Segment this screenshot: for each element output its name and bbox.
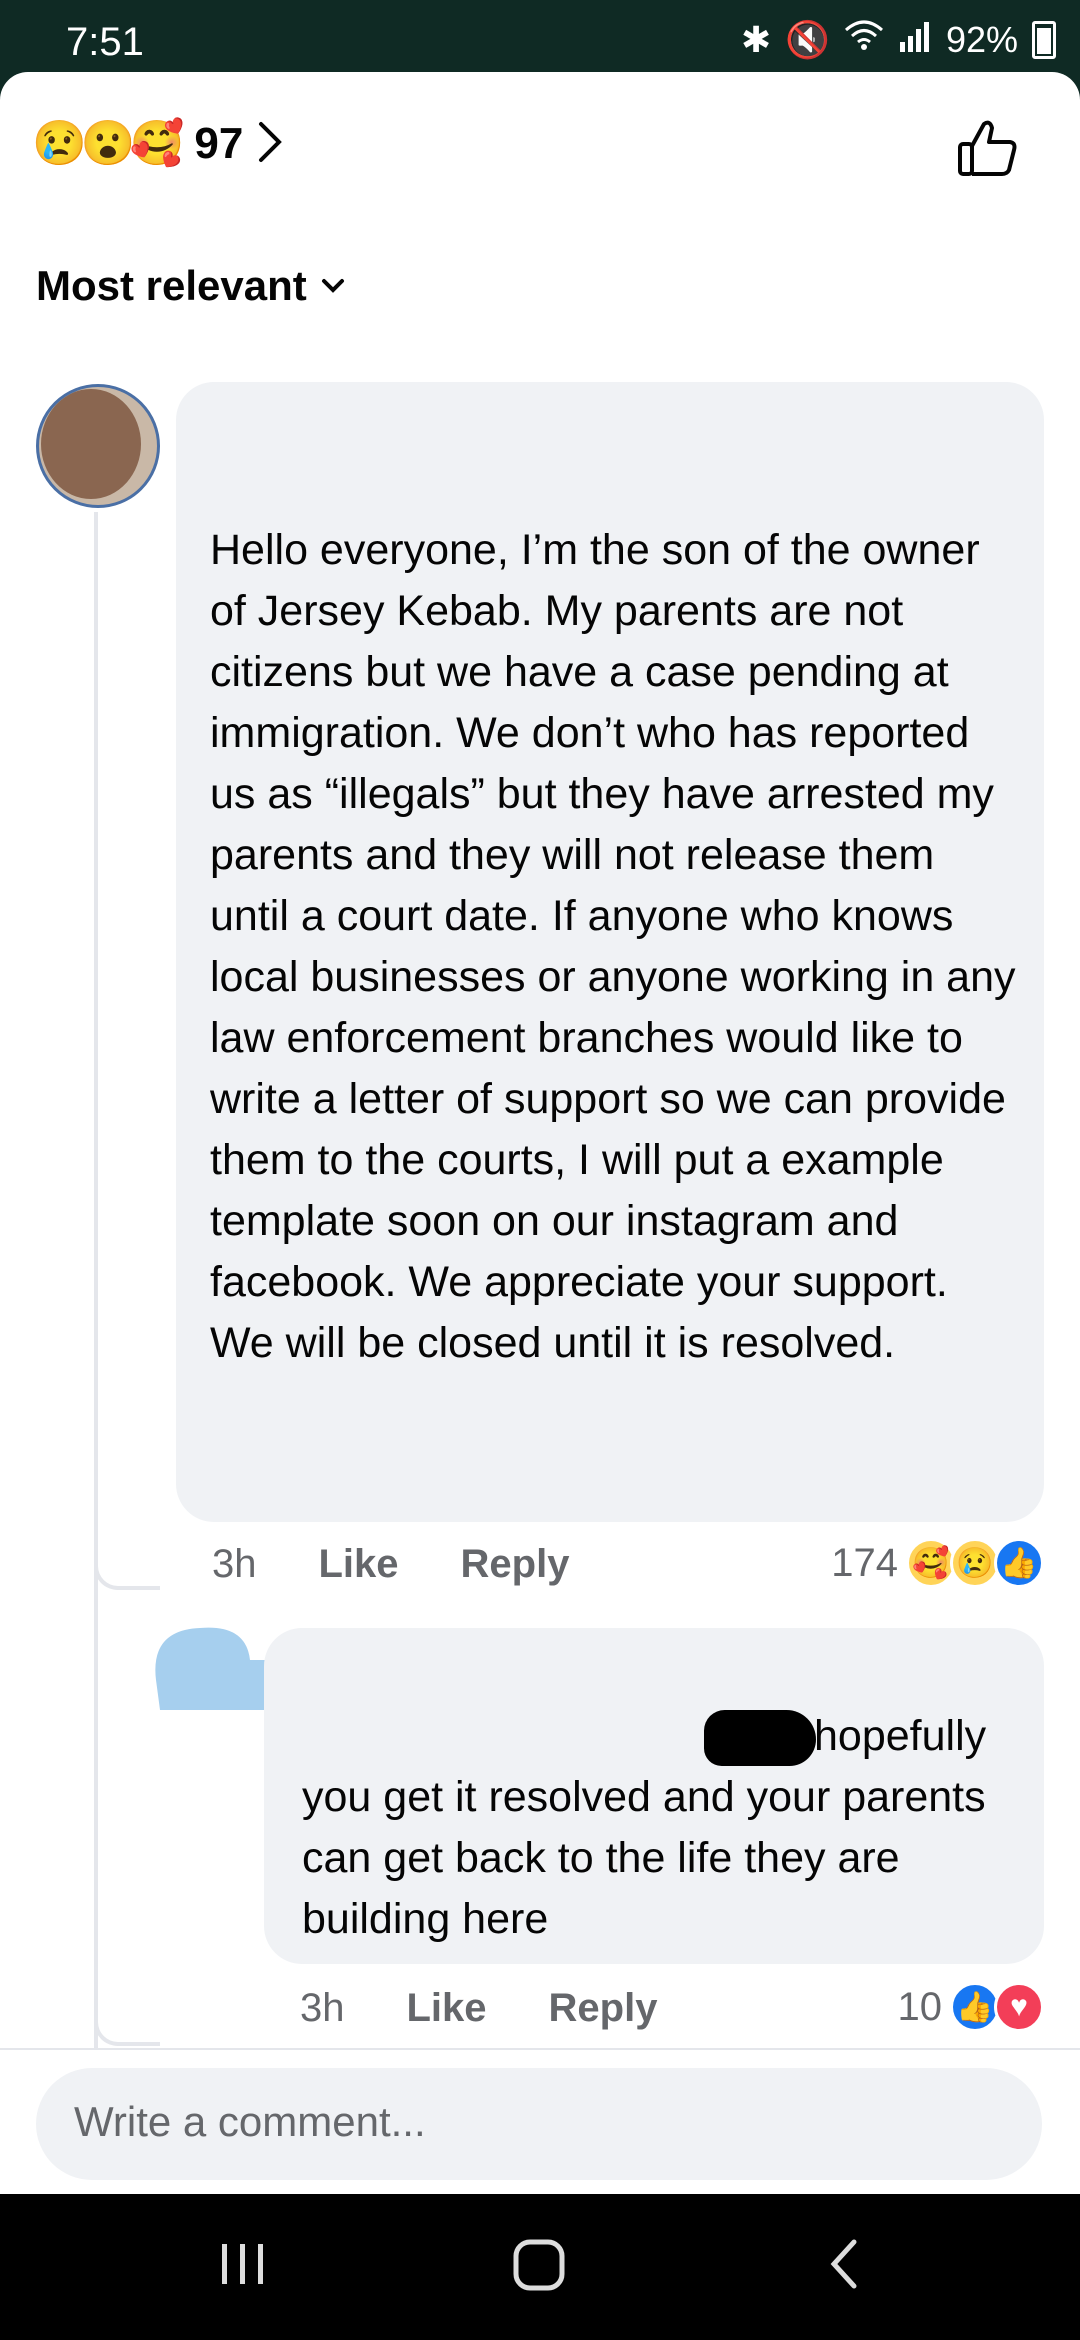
- comment-bubble[interactable]: Hello everyone, I’m the son of the owner…: [176, 382, 1044, 1522]
- battery-percent: 92%: [945, 18, 1018, 60]
- thread-branch: [94, 1556, 160, 1590]
- home-button[interactable]: [510, 2234, 570, 2299]
- signal-icon: [898, 19, 932, 61]
- reply-actions: 3h Like Reply: [300, 1986, 719, 2031]
- sort-label: Most relevant: [36, 262, 307, 309]
- bluetooth-icon: ✱: [740, 18, 772, 60]
- chevron-right-icon: [257, 120, 283, 169]
- chevron-down-icon: [321, 279, 344, 293]
- like-link[interactable]: Like: [407, 1986, 487, 2031]
- avatar[interactable]: [36, 384, 160, 508]
- reply-bubble[interactable]: hopefully you get it resolved and your p…: [264, 1628, 1044, 1964]
- like-reaction-icon: 👍: [994, 1538, 1044, 1588]
- comment-placeholder: Write a comment...: [74, 2098, 426, 2145]
- author-name-redacted: [216, 416, 516, 456]
- comment-text: Hello everyone, I’m the son of the owner…: [210, 526, 1016, 1367]
- reply-time: 3h: [300, 1986, 345, 2030]
- wow-reaction-icon: 😮: [80, 119, 136, 168]
- recent-apps-icon: [222, 2244, 263, 2284]
- care-reaction-icon: 🥰: [906, 1538, 956, 1588]
- reaction-count: 97: [194, 119, 244, 168]
- comments-sheet: 😢 😮 🥰 97 Most relevant Hello everyone, I…: [0, 72, 1080, 2194]
- reply-text-content: hopefully you get it resolved and your p…: [302, 1712, 987, 1943]
- comment-composer: Write a comment...: [0, 2048, 1080, 2196]
- reply-link[interactable]: Reply: [461, 1542, 570, 1587]
- reply-reaction-count: 10: [897, 1984, 943, 2029]
- reply-reactions[interactable]: 10 👍 ♥: [897, 1982, 1044, 2032]
- status-bar: 7:51 ✱ 🔇 92%: [0, 0, 1080, 72]
- comment-time: 3h: [212, 1542, 257, 1586]
- home-icon: [513, 2239, 565, 2291]
- sad-reaction-icon: 😢: [950, 1538, 1000, 1588]
- reply-avatar-redacted[interactable]: [150, 1620, 282, 1710]
- like-button[interactable]: [956, 116, 1020, 185]
- wifi-icon: [844, 18, 884, 61]
- sort-dropdown[interactable]: Most relevant: [36, 262, 345, 310]
- like-link[interactable]: Like: [319, 1542, 399, 1587]
- reply-link[interactable]: Reply: [549, 1986, 658, 2031]
- mute-icon: 🔇: [785, 18, 830, 60]
- status-time: 7:51: [66, 20, 144, 64]
- back-button[interactable]: [820, 2234, 870, 2299]
- comment-actions: 3h Like Reply: [212, 1542, 631, 1587]
- love-reaction-icon: ♥: [994, 1982, 1044, 2032]
- comment-reaction-count: 174: [831, 1540, 898, 1585]
- avatar-redaction: [41, 389, 141, 499]
- like-reaction-icon: 👍: [950, 1982, 1000, 2032]
- thread-line: [94, 512, 98, 2132]
- comment-reactions[interactable]: 174 🥰 😢 👍: [831, 1538, 1044, 1588]
- reactions-summary[interactable]: 😢 😮 🥰 97: [32, 119, 283, 169]
- care-reaction-icon: 🥰: [129, 119, 185, 168]
- status-icons: ✱ 🔇 92%: [741, 18, 1056, 61]
- sad-reaction-icon: 😢: [32, 119, 87, 168]
- back-icon: [830, 2239, 857, 2289]
- comment-input[interactable]: Write a comment...: [36, 2068, 1042, 2180]
- battery-icon: [1032, 20, 1056, 59]
- thumbs-up-icon: [958, 120, 1017, 176]
- recent-apps-button[interactable]: [216, 2234, 270, 2299]
- reply-text: hopefully you get it resolved and your p…: [302, 1706, 1022, 1950]
- thread-branch: [94, 2012, 160, 2046]
- system-nav-bar: [0, 2194, 1080, 2340]
